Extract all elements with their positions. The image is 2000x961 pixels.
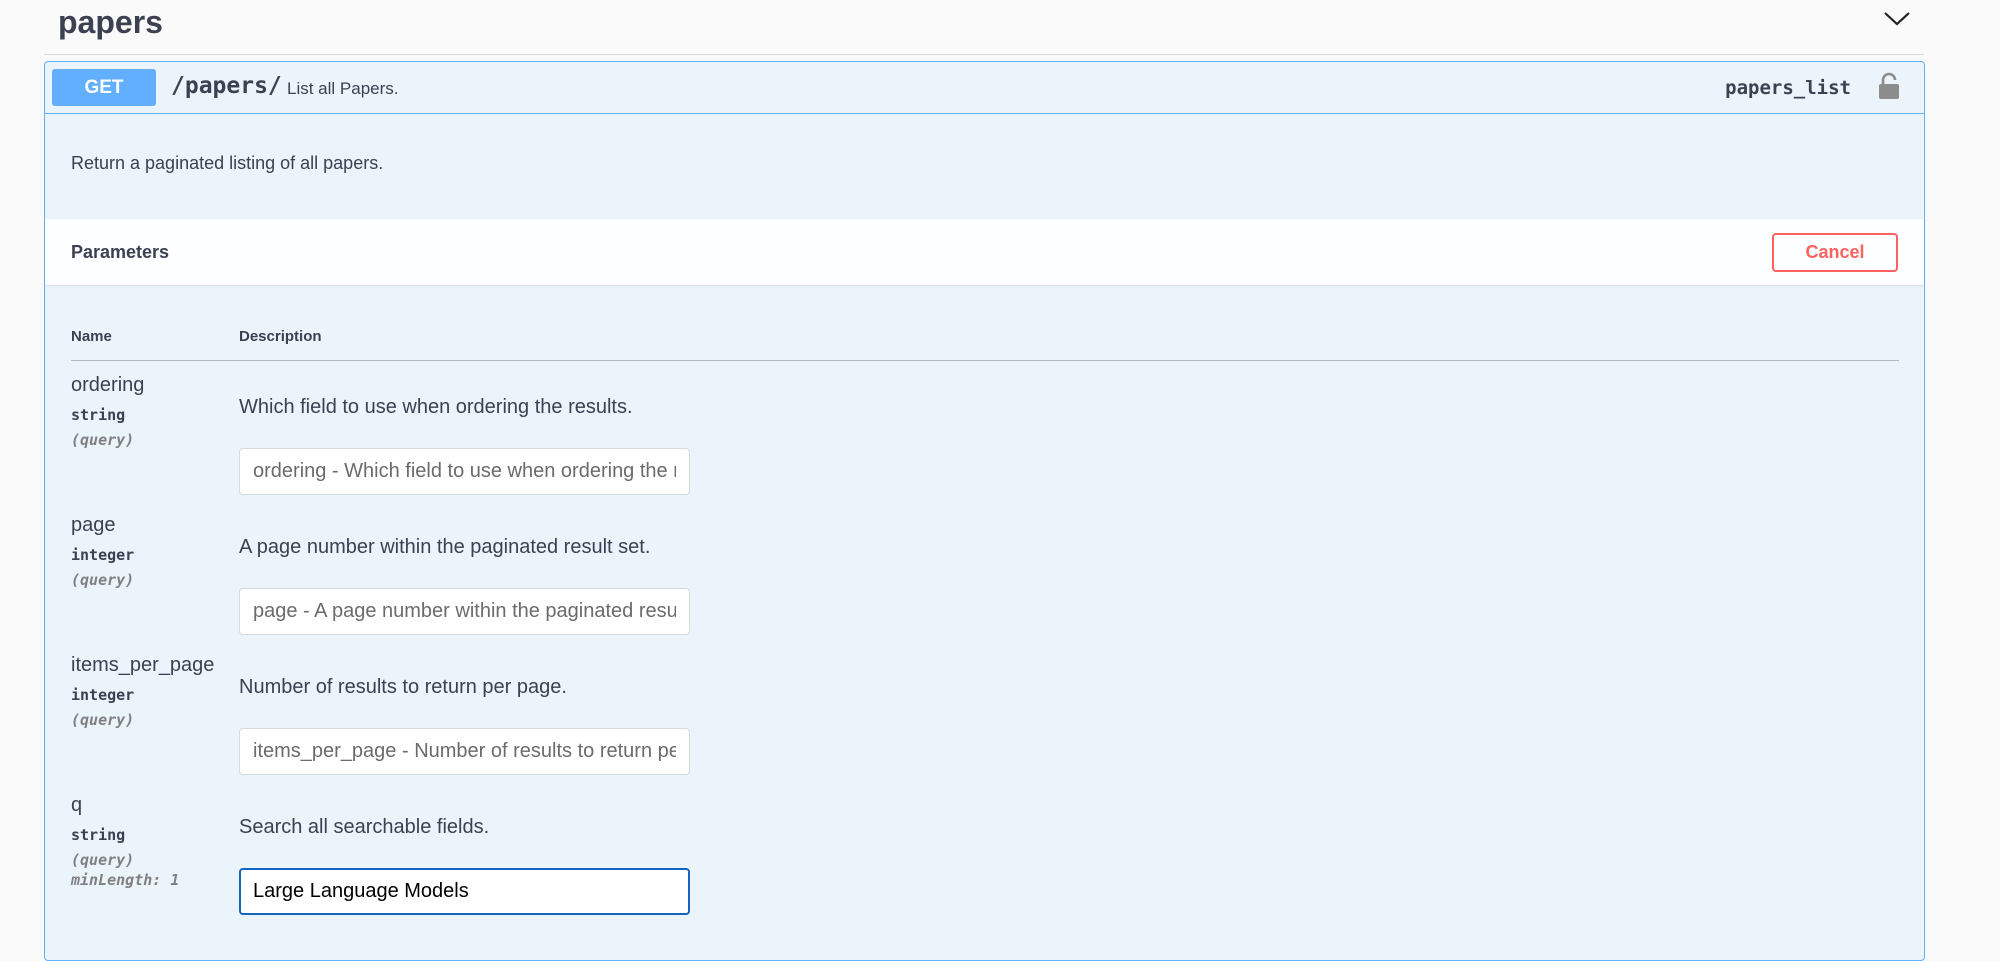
operation-path: /papers/ (171, 73, 282, 99)
chevron-down-icon[interactable] (1882, 8, 1912, 28)
ordering-input[interactable] (239, 448, 690, 495)
operation-id: papers_list (1725, 77, 1851, 99)
parameter-name: ordering (71, 374, 145, 396)
parameter-type: string (71, 406, 126, 424)
operation-summary-text: List all Papers. (287, 79, 399, 98)
parameter-description: A page number within the paginated resul… (239, 536, 651, 558)
tag-title: papers (58, 4, 163, 40)
operation-summary[interactable]: GET /papers/ List all Papers. papers_lis… (45, 62, 1924, 114)
parameter-type: string (71, 826, 126, 844)
table-divider (71, 360, 1899, 361)
parameter-name: page (71, 514, 116, 536)
parameter-location: (query) (71, 571, 135, 589)
parameter-description: Number of results to return per page. (239, 676, 567, 698)
page-input[interactable] (239, 588, 690, 635)
parameter-type: integer (71, 546, 135, 564)
parameter-location: (query) (71, 711, 135, 729)
parameter-location: (query) (71, 851, 135, 869)
parameter-name: items_per_page (71, 654, 215, 676)
lock-icon[interactable] (1877, 72, 1901, 100)
parameter-constraint: minLength: 1 (71, 871, 180, 889)
parameter-type: integer (71, 686, 135, 704)
parameter-description: Which field to use when ordering the res… (239, 396, 633, 418)
parameters-title: Parameters (71, 242, 170, 262)
parameter-name: q (71, 794, 83, 816)
tag-header[interactable]: papers (44, 0, 1924, 55)
cancel-button[interactable]: Cancel (1772, 233, 1898, 272)
column-header-name: Name (71, 328, 112, 345)
operation-block: GET /papers/ List all Papers. papers_lis… (44, 61, 1925, 961)
parameter-description: Search all searchable fields. (239, 816, 490, 838)
parameter-location: (query) (71, 431, 135, 449)
column-header-description: Description (239, 328, 322, 345)
method-badge: GET (52, 69, 156, 106)
items-per-page-input[interactable] (239, 728, 690, 775)
search-input[interactable] (239, 868, 690, 915)
operation-description: Return a paginated listing of all papers… (71, 153, 384, 173)
parameters-header: Parameters Cancel (45, 219, 1924, 285)
